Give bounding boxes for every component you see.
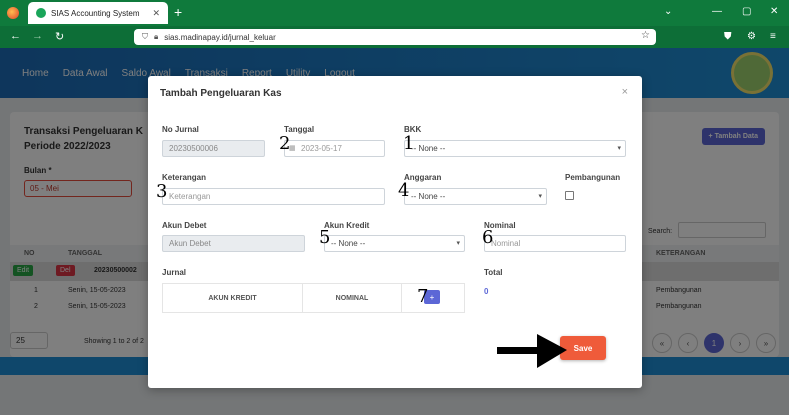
- reload-icon[interactable]: ↻: [55, 30, 64, 43]
- anggaran-value: -- None --: [411, 192, 446, 201]
- forward-icon[interactable]: →: [32, 30, 43, 42]
- url-text: sias.madinapay.id/jurnal_keluar: [164, 32, 276, 42]
- bkk-value: -- None --: [411, 144, 446, 153]
- close-tab-icon[interactable]: ✕: [152, 8, 160, 19]
- anggaran-label: Anggaran: [404, 173, 442, 182]
- url-bar[interactable]: ⛉ 🔒︎ sias.madinapay.id/jurnal_keluar ☆: [134, 29, 656, 45]
- shield-icon[interactable]: ⛉: [142, 32, 148, 42]
- site-favicon-icon: [36, 8, 46, 18]
- back-icon[interactable]: ←: [10, 30, 21, 42]
- jurnal-col-akun-kredit: AKUN KREDIT: [163, 284, 303, 312]
- arrow-pointer-icon: [497, 334, 567, 368]
- akun-kredit-label: Akun Kredit: [324, 221, 370, 230]
- no-jurnal-label: No Jurnal: [162, 125, 199, 134]
- menu-icon[interactable]: ≡: [770, 31, 776, 42]
- close-icon[interactable]: ×: [622, 86, 628, 98]
- nominal-field[interactable]: Nominal: [484, 235, 626, 252]
- pembangunan-checkbox[interactable]: [565, 191, 574, 200]
- tab-list-icon[interactable]: ⌄: [664, 6, 672, 17]
- akun-kredit-value: -- None --: [331, 239, 366, 248]
- chevron-down-icon: ▾: [538, 193, 542, 200]
- tanggal-value: 2023-05-17: [301, 144, 342, 153]
- annotation-2: 2: [279, 133, 291, 154]
- annotation-1: 1: [403, 133, 415, 154]
- browser-tab[interactable]: SIAS Accounting System ✕: [28, 2, 168, 24]
- chevron-down-icon: ▾: [617, 145, 621, 152]
- tab-title: SIAS Accounting System: [51, 8, 140, 18]
- tambah-pengeluaran-modal: Tambah Pengeluaran Kas × No Jurnal 20230…: [148, 76, 642, 388]
- akun-debet-label: Akun Debet: [162, 221, 207, 230]
- total-label: Total: [484, 268, 503, 277]
- browser-navbar: ← → ↻ ⛉ 🔒︎ sias.madinapay.id/jurnal_kelu…: [0, 26, 789, 48]
- tanggal-field[interactable]: ▦ 2023-05-17: [284, 140, 385, 157]
- no-jurnal-field: 20230500006: [162, 140, 265, 157]
- keterangan-field[interactable]: Keterangan: [162, 188, 385, 205]
- jurnal-col-nominal: NOMINAL: [303, 284, 402, 312]
- modal-title: Tambah Pengeluaran Kas: [160, 88, 282, 99]
- maximize-icon[interactable]: ▢: [742, 6, 751, 17]
- bookmark-star-icon[interactable]: ☆: [641, 30, 650, 41]
- jurnal-label: Jurnal: [162, 268, 187, 277]
- minimize-icon[interactable]: —: [712, 6, 722, 17]
- annotation-3: 3: [156, 181, 168, 202]
- total-value: 0: [484, 287, 489, 296]
- annotation-7: 7: [417, 286, 429, 307]
- extensions-icon[interactable]: ⚙: [747, 31, 756, 42]
- akun-debet-field: Akun Debet: [162, 235, 305, 252]
- lock-icon[interactable]: 🔒︎: [154, 32, 158, 42]
- browser-tab-bar: SIAS Accounting System ✕ + ⌄ — ▢ ✕: [0, 0, 789, 26]
- pocket-icon[interactable]: ⛊: [724, 31, 732, 42]
- chevron-down-icon: ▾: [456, 240, 460, 247]
- firefox-icon[interactable]: [7, 7, 19, 19]
- annotation-6: 6: [482, 227, 494, 248]
- annotation-5: 5: [319, 227, 331, 248]
- anggaran-select[interactable]: -- None -- ▾: [404, 188, 547, 205]
- close-window-icon[interactable]: ✕: [770, 6, 778, 17]
- akun-kredit-select[interactable]: -- None -- ▾: [324, 235, 465, 252]
- new-tab-icon[interactable]: +: [174, 4, 182, 20]
- pembangunan-label: Pembangunan: [565, 173, 621, 182]
- annotation-4: 4: [398, 180, 410, 201]
- bkk-select[interactable]: -- None -- ▾: [404, 140, 626, 157]
- keterangan-label: Keterangan: [162, 173, 207, 182]
